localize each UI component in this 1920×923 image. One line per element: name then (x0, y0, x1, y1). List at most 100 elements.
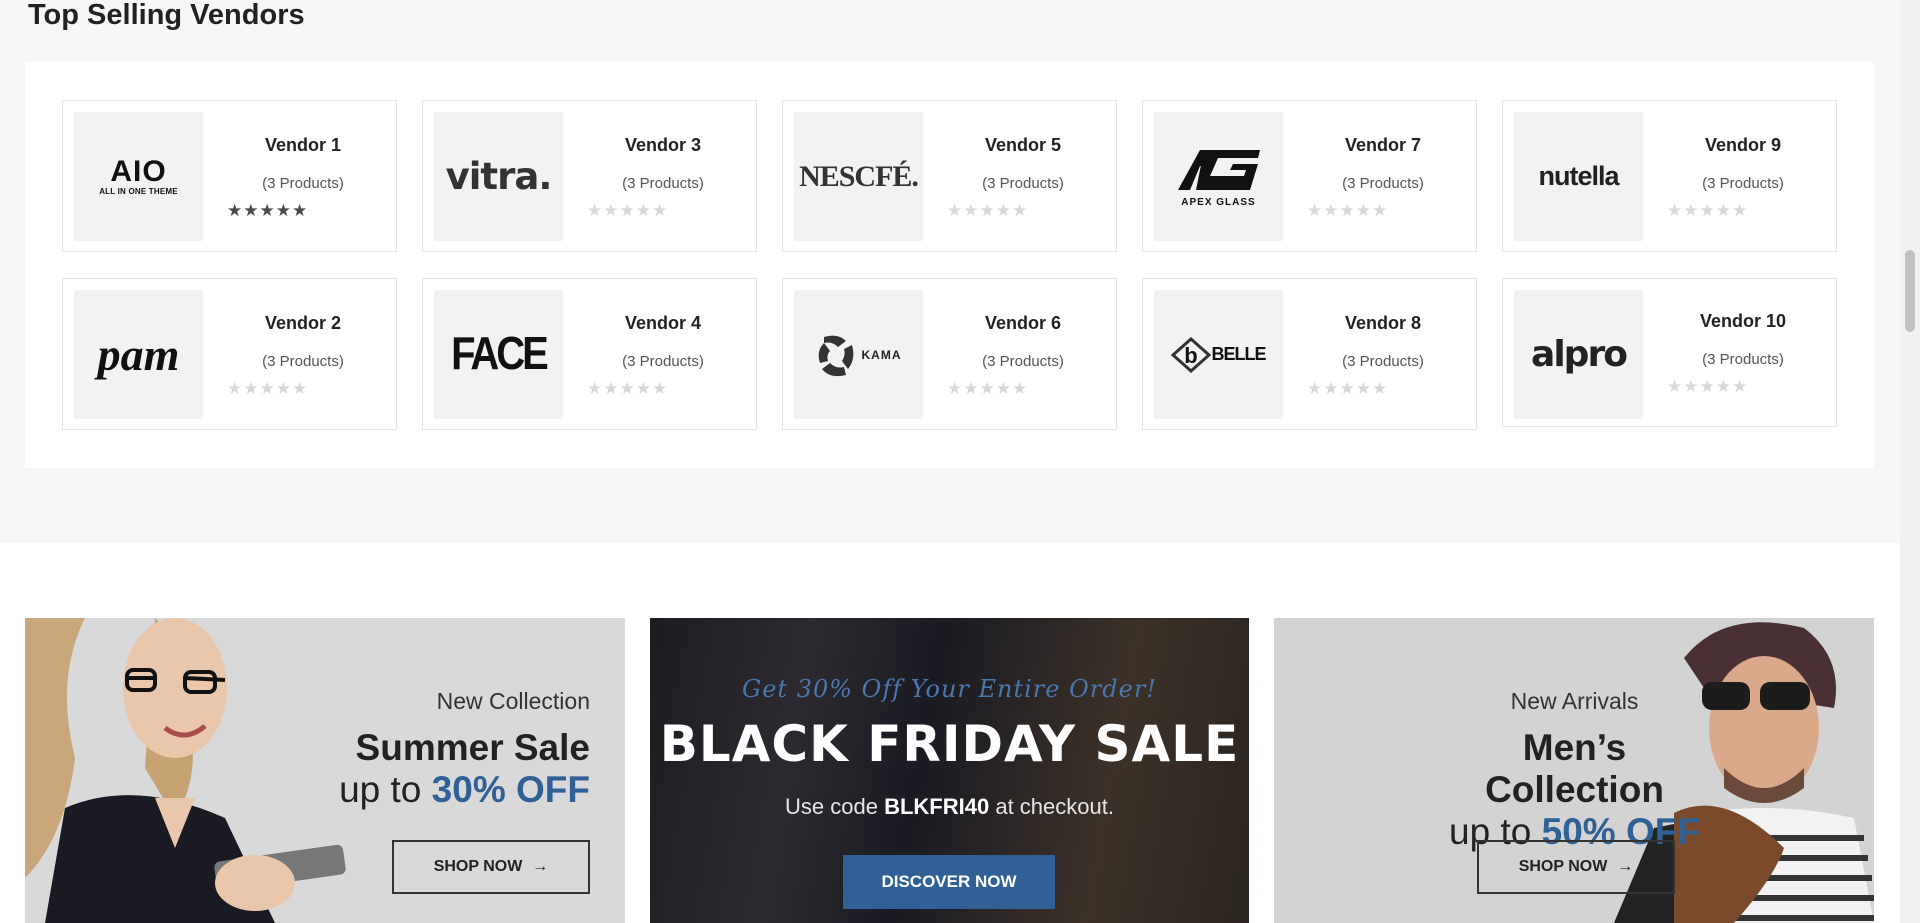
subtitle-prefix: up to (339, 769, 432, 810)
button-label: SHOP NOW (433, 858, 523, 875)
vendor-logo-belle[interactable]: b BELLE (1154, 290, 1283, 419)
logo-text: FACE (451, 328, 549, 380)
banner-kicker: New Arrivals (1510, 688, 1639, 714)
vendor-card[interactable]: APEX GLASS Vendor 7 (3 Products) ★★★★★ (1142, 100, 1477, 252)
rating-stars-icon: ★★★★★ (227, 379, 309, 398)
code-prefix: Use code (785, 794, 885, 819)
banner-text: New Collection Summer Sale up to 30% OFF (339, 688, 590, 811)
vendor-card[interactable]: alpro Vendor 10 (3 Products) ★★★★★ (1502, 278, 1837, 427)
vendor-logo-kama[interactable]: KAMA (794, 290, 923, 419)
logo-text: nutella (1538, 161, 1619, 191)
vendors-section: Top Selling Vendors AIO ALL IN ONE THEME… (0, 0, 1900, 543)
vendor-card[interactable]: pam Vendor 2 (3 Products) ★★★★★ (62, 278, 397, 430)
button-label: SHOP NOW (1518, 858, 1608, 875)
vendor-info: Vendor 7 (3 Products) ★★★★★ (1293, 101, 1473, 251)
vendor-logo-pam[interactable]: pam (74, 290, 203, 419)
vendor-card[interactable]: AIO ALL IN ONE THEME Vendor 1 (3 Product… (62, 100, 397, 252)
logo-text: vitra. (445, 155, 553, 198)
vendor-card[interactable]: nutella Vendor 9 (3 Products) ★★★★★ (1502, 100, 1837, 252)
page-scrollbar[interactable] (1900, 0, 1920, 923)
banner-subtitle: up to 30% OFF (339, 769, 590, 811)
banner-kicker: New Collection (436, 688, 590, 714)
vendor-info: Vendor 3 (3 Products) ★★★★★ (573, 101, 753, 251)
rating-stars-icon: ★★★★★ (947, 201, 1029, 220)
vendor-card[interactable]: b BELLE Vendor 8 (3 Products) ★★★★★ (1142, 278, 1477, 430)
vendor-card[interactable]: KAMA Vendor 6 (3 Products) ★★★★★ (782, 278, 1117, 430)
vendor-card[interactable]: NESCFÉ. Vendor 5 (3 Products) ★★★★★ (782, 100, 1117, 252)
vendor-name[interactable]: Vendor 2 (213, 313, 393, 334)
logo-text: KAMA (861, 347, 902, 362)
vendor-info: Vendor 10 (3 Products) ★★★★★ (1653, 277, 1833, 427)
banner-title: BLACK FRIDAY SALE (659, 715, 1240, 773)
logo-text: pam (97, 329, 180, 380)
vendor-card[interactable]: vitra. Vendor 3 (3 Products) ★★★★★ (422, 100, 757, 252)
code-suffix: at checkout. (989, 794, 1114, 819)
banner-title: Summer Sale (355, 727, 590, 768)
vendor-name[interactable]: Vendor 10 (1653, 311, 1833, 332)
vendor-info: Vendor 6 (3 Products) ★★★★★ (933, 279, 1113, 429)
logo-text: NESCFÉ. (799, 159, 919, 193)
rating-stars-icon: ★★★★★ (1307, 201, 1389, 220)
vendor-info: Vendor 9 (3 Products) ★★★★★ (1653, 101, 1833, 251)
rating-stars-icon: ★★★★★ (227, 201, 309, 220)
arrow-right-icon: → (1617, 858, 1634, 875)
svg-text:b: b (1185, 343, 1198, 368)
vendor-product-count: (3 Products) (982, 175, 1064, 192)
rating-stars-icon: ★★★★★ (587, 379, 669, 398)
woman-model-image (25, 618, 355, 923)
discover-now-button[interactable]: DISCOVER NOW (843, 855, 1055, 909)
vendor-name[interactable]: Vendor 7 (1293, 135, 1473, 156)
vendor-info: Vendor 5 (3 Products) ★★★★★ (933, 101, 1113, 251)
vendor-product-count: (3 Products) (1702, 175, 1784, 192)
vendor-logo-alpro[interactable]: alpro (1514, 290, 1643, 419)
logo-text: alpro (1531, 334, 1628, 375)
shop-now-button[interactable]: SHOP NOW → (392, 840, 590, 894)
kama-mark-icon (818, 335, 853, 376)
logo-subtext: ALL IN ONE THEME (99, 187, 178, 196)
black-friday-banner[interactable]: Get 30% Off Your Entire Order! BLACK FRI… (650, 618, 1249, 923)
promo-code-text: Use code BLKFRI40 at checkout. (650, 794, 1249, 820)
vendors-grid: AIO ALL IN ONE THEME Vendor 1 (3 Product… (62, 100, 1837, 430)
vendors-panel: AIO ALL IN ONE THEME Vendor 1 (3 Product… (25, 62, 1874, 468)
promo-text: Get 30% Off Your Entire Order! (742, 675, 1157, 703)
vendor-logo-nutella[interactable]: nutella (1514, 112, 1643, 241)
vendor-name[interactable]: Vendor 1 (213, 135, 393, 156)
logo-text: AIO (110, 155, 167, 188)
vendor-name[interactable]: Vendor 8 (1293, 313, 1473, 334)
vendor-info: Vendor 8 (3 Products) ★★★★★ (1293, 279, 1473, 429)
vendor-logo-face[interactable]: FACE (434, 290, 563, 419)
summer-sale-banner[interactable]: New Collection Summer Sale up to 30% OFF… (25, 618, 625, 923)
vendor-name[interactable]: Vendor 6 (933, 313, 1113, 334)
vendor-product-count: (3 Products) (622, 175, 704, 192)
vendor-name[interactable]: Vendor 4 (573, 313, 753, 334)
discount-value: 30% OFF (431, 769, 590, 810)
scrollbar-thumb[interactable] (1905, 250, 1915, 332)
vendor-product-count: (3 Products) (262, 175, 344, 192)
apex-glass-mark-icon (1177, 149, 1260, 190)
vendor-card[interactable]: FACE Vendor 4 (3 Products) ★★★★★ (422, 278, 757, 430)
vendor-product-count: (3 Products) (262, 353, 344, 370)
shop-now-button[interactable]: SHOP NOW → (1477, 840, 1675, 894)
mens-collection-banner[interactable]: New Arrivals Men’s Collection up to 50% … (1274, 618, 1874, 923)
banner-title: Men’s Collection (1485, 727, 1664, 810)
vendor-product-count: (3 Products) (622, 353, 704, 370)
vendor-info: Vendor 2 (3 Products) ★★★★★ (213, 279, 393, 429)
vendor-product-count: (3 Products) (1702, 351, 1784, 368)
rating-stars-icon: ★★★★★ (587, 201, 669, 220)
vendor-name[interactable]: Vendor 5 (933, 135, 1113, 156)
vendor-logo-vitra[interactable]: vitra. (434, 112, 563, 241)
rating-stars-icon: ★★★★★ (1667, 377, 1749, 396)
vendor-info: Vendor 4 (3 Products) ★★★★★ (573, 279, 753, 429)
vendor-logo-apex-glass[interactable]: APEX GLASS (1154, 112, 1283, 241)
vendor-name[interactable]: Vendor 3 (573, 135, 753, 156)
vendor-product-count: (3 Products) (982, 353, 1064, 370)
rating-stars-icon: ★★★★★ (1307, 379, 1389, 398)
vendor-product-count: (3 Products) (1342, 175, 1424, 192)
vendor-logo-nescafe[interactable]: NESCFÉ. (794, 112, 923, 241)
arrow-right-icon: → (532, 858, 549, 875)
section-title: Top Selling Vendors (28, 0, 305, 31)
vendor-logo-aio[interactable]: AIO ALL IN ONE THEME (74, 112, 203, 241)
vendor-name[interactable]: Vendor 9 (1653, 135, 1833, 156)
logo-text: BELLE (1211, 344, 1266, 364)
vendor-info: Vendor 1 (3 Products) ★★★★★ (213, 101, 393, 251)
